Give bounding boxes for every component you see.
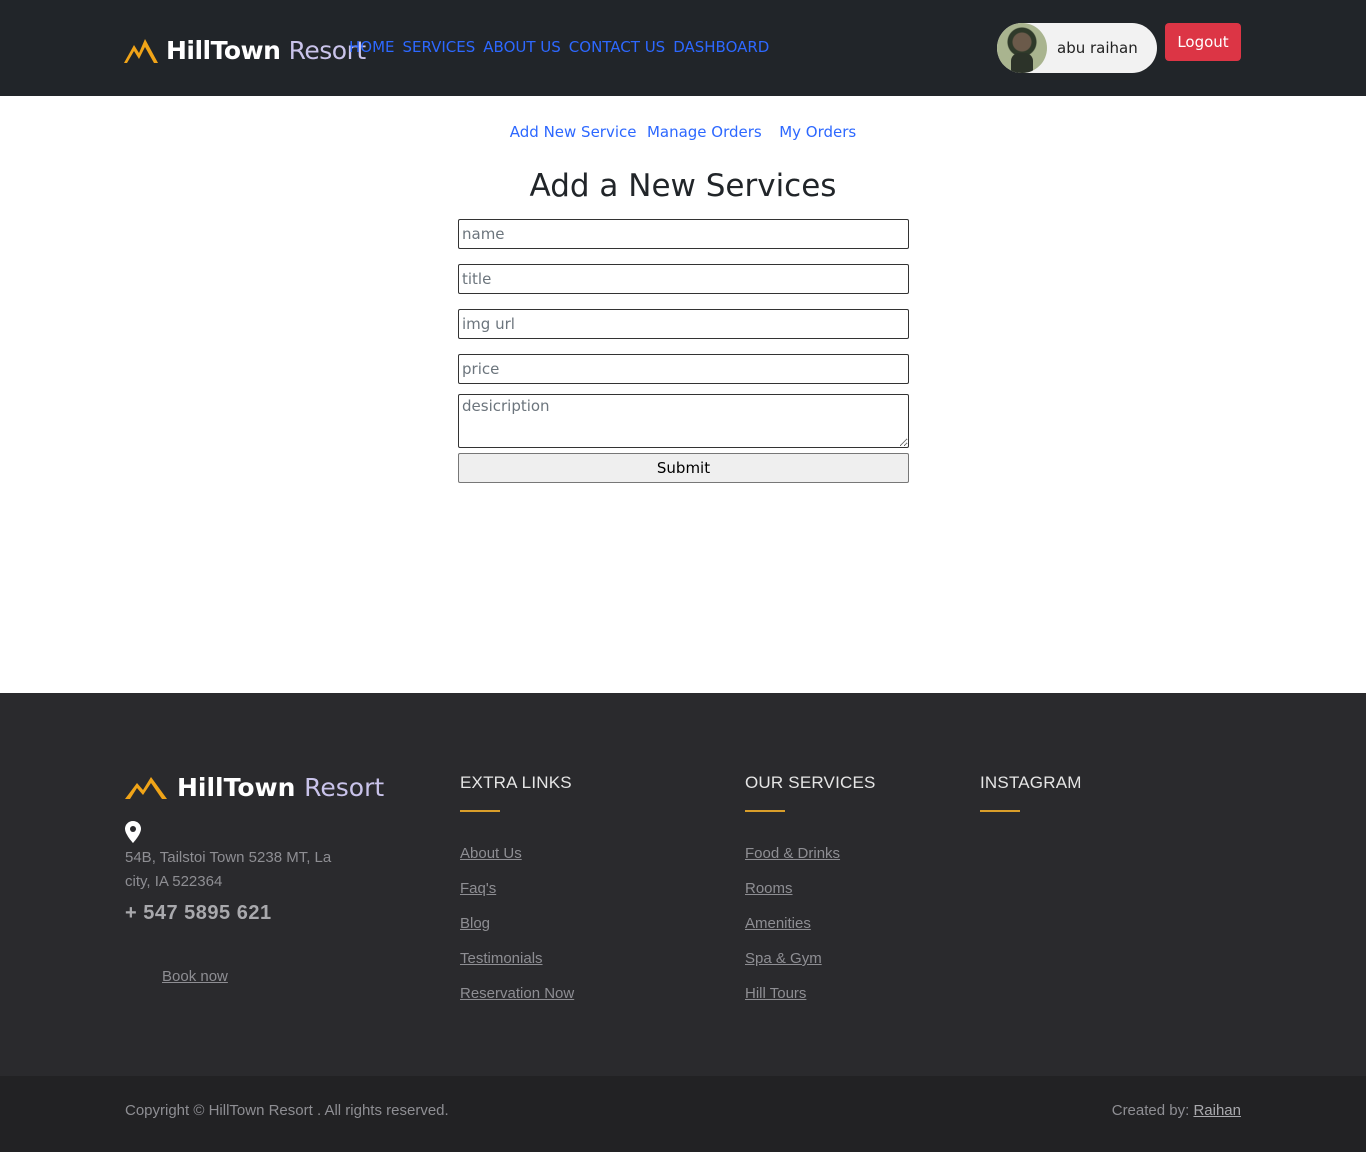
- nav-dashboard[interactable]: DASHBOARD: [673, 38, 769, 56]
- nav-home[interactable]: HOME: [349, 38, 395, 56]
- footer-address: 54B, Tailstoi Town 5238 MT, La city, IA …: [125, 849, 332, 890]
- site-footer: HillTown Resort 54B, Tailstoi Town 5238 …: [0, 693, 1366, 1076]
- footer-link-testimonials[interactable]: Testimonials: [460, 950, 543, 967]
- site-header: HillTown Resort HOME SERVICES ABOUT US C…: [0, 0, 1366, 96]
- logo-text: HillTown Resort: [166, 36, 366, 65]
- extra-links-column: EXTRA LINKS About Us Faq's Blog Testimon…: [460, 773, 574, 1020]
- title-input[interactable]: [458, 264, 909, 294]
- submit-button[interactable]: Submit: [458, 453, 909, 483]
- footer-link-food-drinks[interactable]: Food & Drinks: [745, 845, 840, 862]
- footer-logo[interactable]: HillTown Resort: [125, 773, 384, 802]
- heading-underline: [980, 810, 1020, 812]
- copyright-bar: Copyright © HillTown Resort . All rights…: [0, 1076, 1366, 1152]
- heading-underline: [745, 810, 785, 812]
- subnav-my-orders[interactable]: My Orders: [779, 123, 856, 141]
- creator-link[interactable]: Raihan: [1193, 1102, 1241, 1119]
- created-by: Created by: Raihan: [1112, 1102, 1241, 1119]
- name-input[interactable]: [458, 219, 909, 249]
- price-input[interactable]: [458, 354, 909, 384]
- footer-link-about-us[interactable]: About Us: [460, 845, 522, 862]
- footer-link-rooms[interactable]: Rooms: [745, 880, 793, 897]
- footer-link-hill-tours[interactable]: Hill Tours: [745, 985, 806, 1002]
- main-nav: HOME SERVICES ABOUT US CONTACT US DASHBO…: [349, 38, 769, 56]
- footer-link-faqs[interactable]: Faq's: [460, 880, 496, 897]
- footer-link-blog[interactable]: Blog: [460, 915, 490, 932]
- dashboard-subnav: Add New Service Manage Orders My Orders: [0, 123, 1366, 142]
- subnav-manage-orders[interactable]: Manage Orders: [647, 123, 762, 141]
- page-title: Add a New Services: [529, 168, 837, 204]
- logo-text-bold: HillTown: [166, 35, 281, 65]
- created-by-label: Created by:: [1111, 1102, 1190, 1119]
- avatar: [997, 23, 1047, 73]
- heading-underline: [460, 810, 500, 812]
- subnav-add-new-service[interactable]: Add New Service: [510, 123, 637, 141]
- description-textarea[interactable]: [458, 394, 909, 448]
- mountain-logo-icon: [125, 776, 167, 799]
- user-name: abu raihan: [1057, 39, 1138, 57]
- footer-phone: + 547 5895 621: [125, 902, 272, 924]
- instagram-column: INSTAGRAM: [980, 773, 1082, 845]
- footer-link-spa-gym[interactable]: Spa & Gym: [745, 950, 822, 967]
- book-now-link[interactable]: Book now: [162, 968, 228, 985]
- footer-logo-text: HillTown Resort: [177, 773, 384, 802]
- location-pin-icon: [125, 821, 141, 843]
- img-url-input[interactable]: [458, 309, 909, 339]
- footer-link-amenities[interactable]: Amenities: [745, 915, 811, 932]
- logout-button[interactable]: Logout: [1165, 23, 1241, 61]
- footer-logo-light: Resort: [304, 773, 385, 802]
- nav-about-us[interactable]: ABOUT US: [483, 38, 561, 56]
- site-logo[interactable]: HillTown Resort: [124, 30, 366, 70]
- instagram-heading: INSTAGRAM: [980, 773, 1082, 792]
- user-profile[interactable]: abu raihan: [997, 23, 1157, 73]
- footer-logo-bold: HillTown: [177, 773, 296, 802]
- nav-services[interactable]: SERVICES: [403, 38, 476, 56]
- mountain-logo-icon: [124, 39, 158, 63]
- nav-contact-us[interactable]: CONTACT US: [569, 38, 665, 56]
- extra-links-heading: EXTRA LINKS: [460, 773, 572, 792]
- services-column: OUR SERVICES Food & Drinks Rooms Ameniti…: [745, 773, 876, 1020]
- services-heading: OUR SERVICES: [745, 773, 876, 792]
- copyright-text: Copyright © HillTown Resort . All rights…: [125, 1102, 449, 1119]
- footer-link-reservation-now[interactable]: Reservation Now: [460, 985, 574, 1002]
